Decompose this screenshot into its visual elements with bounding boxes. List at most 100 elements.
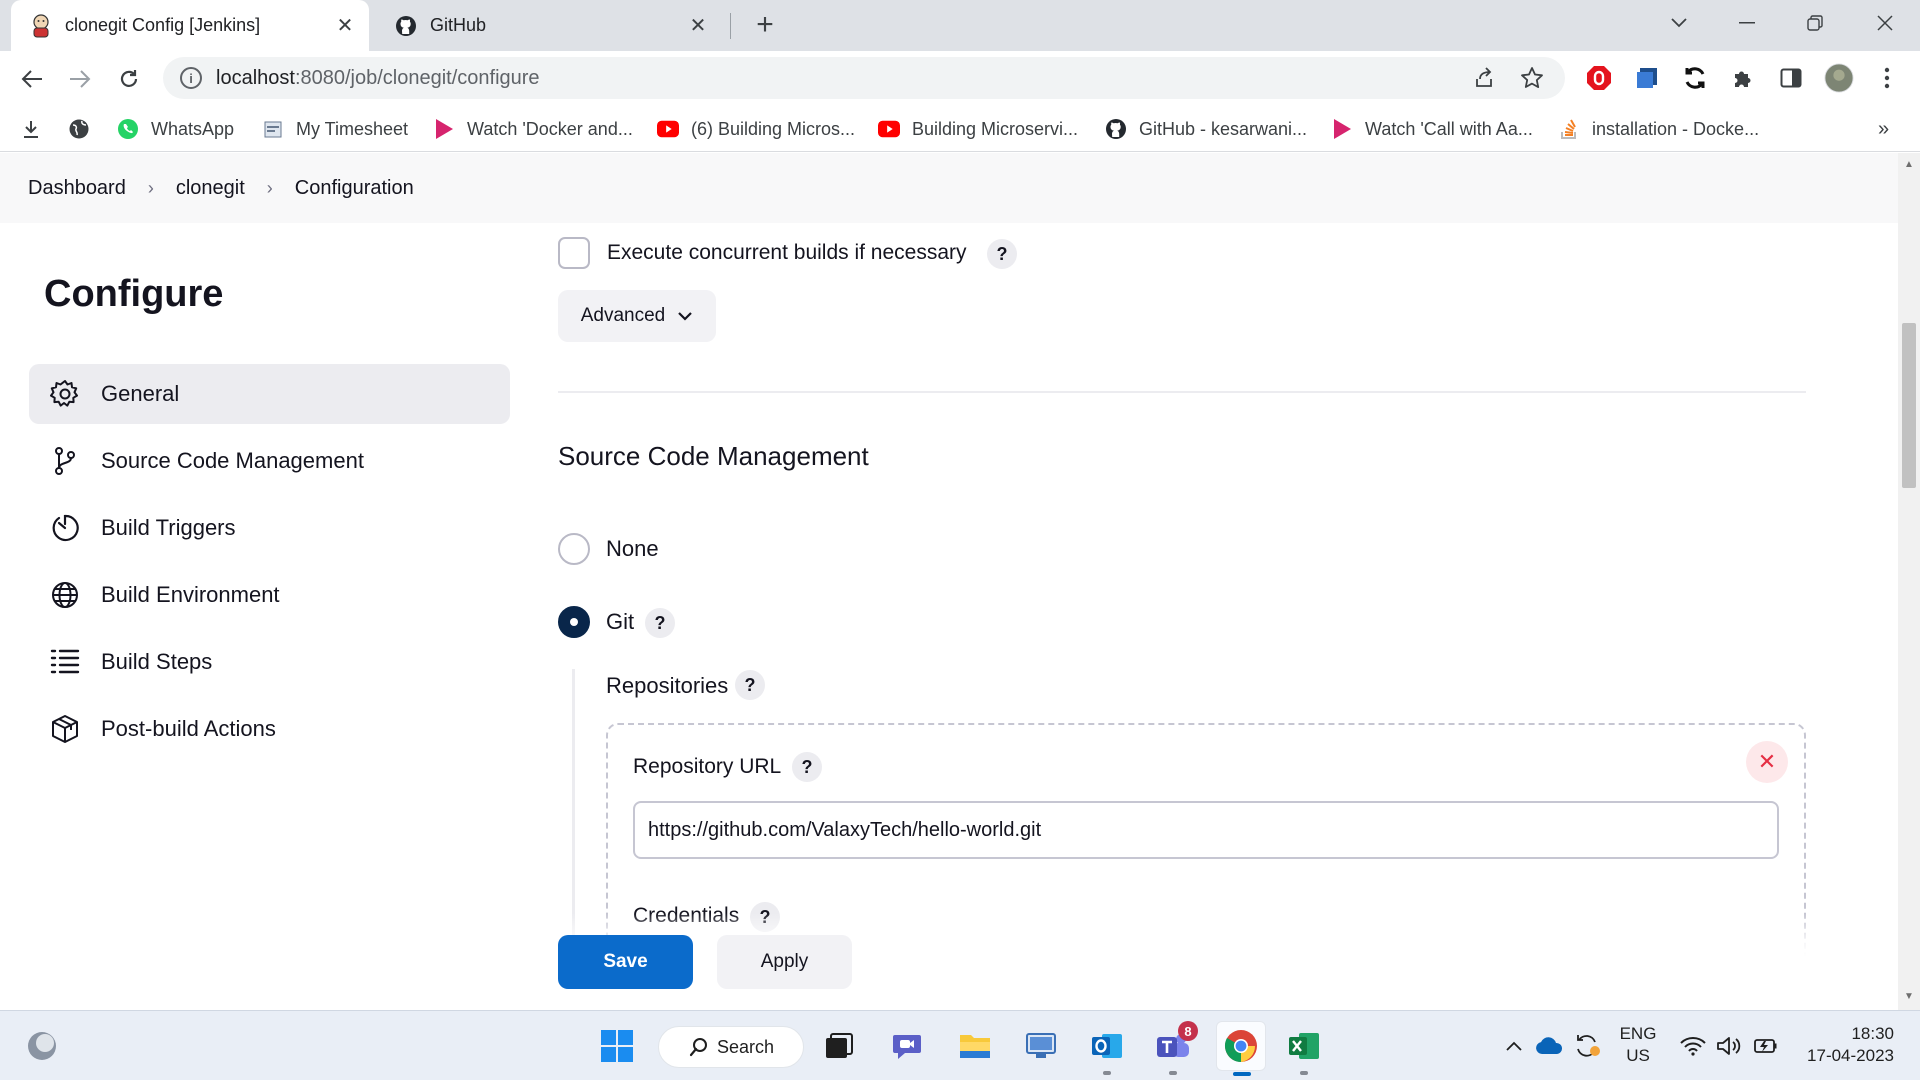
- taskbar-search[interactable]: Search: [658, 1026, 804, 1068]
- chrome-menu-icon[interactable]: [1872, 63, 1902, 93]
- close-tab-icon[interactable]: ✕: [684, 12, 712, 40]
- bookmark-building-micros-6[interactable]: (6) Building Micros...: [657, 114, 855, 144]
- globe-icon: [68, 118, 90, 140]
- search-icon: [689, 1037, 709, 1057]
- sidebar-item-post-build-actions[interactable]: Post-build Actions: [29, 699, 510, 759]
- url-host: localhost: [216, 66, 295, 89]
- scrollbar-thumb[interactable]: [1902, 323, 1916, 488]
- scm-none-label[interactable]: None: [606, 536, 659, 562]
- breadcrumb-separator[interactable]: ›: [148, 178, 154, 199]
- list-icon: [49, 646, 81, 678]
- apply-button[interactable]: Apply: [717, 935, 852, 989]
- help-icon[interactable]: ?: [645, 608, 675, 638]
- repository-url-input[interactable]: https://github.com/ValaxyTech/hello-worl…: [633, 801, 1779, 859]
- weather-widget-icon[interactable]: [21, 1025, 63, 1067]
- bookmark-watch-call[interactable]: Watch 'Call with Aa...: [1331, 114, 1533, 144]
- teams-icon[interactable]: 8: [1152, 1021, 1198, 1075]
- bookmark-github-kesarwani[interactable]: GitHub - kesarwani...: [1105, 114, 1307, 144]
- repository-url-label: Repository URL: [633, 755, 782, 778]
- concurrent-builds-label[interactable]: Execute concurrent builds if necessary: [607, 241, 967, 265]
- globe-bookmark[interactable]: [68, 114, 102, 144]
- tab-search-chevron-icon[interactable]: [1656, 6, 1702, 40]
- bookmark-installation-docker[interactable]: installation - Docke...: [1558, 114, 1759, 144]
- search-label: Search: [717, 1036, 775, 1057]
- volume-icon[interactable]: [1712, 1025, 1746, 1067]
- wifi-icon[interactable]: [1676, 1025, 1710, 1067]
- bookmark-building-microservi[interactable]: Building Microservi...: [878, 114, 1078, 144]
- tray-chevron-up-icon[interactable]: [1502, 1025, 1526, 1067]
- concurrent-builds-checkbox[interactable]: [558, 237, 590, 269]
- close-window-icon[interactable]: [1862, 6, 1908, 40]
- page-scrollbar[interactable]: ▲ ▼: [1898, 153, 1920, 1010]
- onedrive-icon[interactable]: [1532, 1025, 1566, 1067]
- bookmark-whatsapp[interactable]: WhatsApp: [117, 114, 234, 144]
- chrome-icon[interactable]: [1216, 1021, 1266, 1076]
- scroll-down-arrow-icon[interactable]: ▼: [1903, 991, 1915, 1002]
- excel-icon[interactable]: [1283, 1025, 1325, 1075]
- scm-git-label[interactable]: Git: [606, 609, 634, 635]
- start-windows-icon[interactable]: [596, 1025, 638, 1067]
- back-arrow-icon[interactable]: [16, 63, 48, 95]
- more-bookmarks-chevron[interactable]: »: [1878, 114, 1889, 144]
- sidebar-item-build-environment[interactable]: Build Environment: [29, 565, 510, 625]
- bookmarks-bar: WhatsApp My Timesheet Watch 'Docker and.…: [0, 106, 1920, 152]
- breadcrumb-clonegit[interactable]: clonegit: [176, 177, 245, 200]
- downloads-icon[interactable]: [20, 114, 54, 144]
- bookmark-star-icon[interactable]: [1517, 63, 1547, 93]
- clock[interactable]: 18:30 17-04-2023: [1784, 1023, 1894, 1067]
- url-path: :8080/job/clonegit/configure: [294, 66, 540, 89]
- battery-icon[interactable]: [1748, 1025, 1782, 1067]
- sidebar-item-build-steps[interactable]: Build Steps: [29, 632, 510, 692]
- language-indicator[interactable]: ENG US: [1614, 1023, 1662, 1067]
- breadcrumb-dashboard[interactable]: Dashboard: [28, 177, 126, 200]
- new-tab-button[interactable]: +: [748, 8, 782, 42]
- file-explorer-icon[interactable]: [954, 1025, 996, 1067]
- forward-arrow-icon[interactable]: [64, 63, 96, 95]
- tab-github[interactable]: GitHub ✕: [376, 0, 722, 51]
- extension-blue-icon[interactable]: [1632, 63, 1662, 93]
- scm-git-radio[interactable]: [558, 606, 590, 638]
- bookmark-label: Building Microservi...: [912, 118, 1079, 139]
- address-bar[interactable]: i localhost:8080/job/clonegit/configure: [163, 57, 1565, 99]
- restore-icon[interactable]: [1792, 6, 1838, 40]
- bookmark-label: GitHub - kesarwani...: [1139, 118, 1308, 139]
- sidebar-item-general[interactable]: General: [29, 364, 510, 424]
- help-icon[interactable]: ?: [735, 670, 765, 700]
- scroll-up-arrow-icon[interactable]: ▲: [1903, 159, 1915, 170]
- minimize-icon[interactable]: [1724, 6, 1770, 40]
- breadcrumb-configuration[interactable]: Configuration: [295, 177, 414, 200]
- bookmark-my-timesheet[interactable]: My Timesheet: [262, 114, 408, 144]
- side-panel-icon[interactable]: [1776, 63, 1806, 93]
- teams-chat-icon[interactable]: [886, 1025, 928, 1067]
- breadcrumb-separator[interactable]: ›: [267, 178, 273, 199]
- share-icon[interactable]: [1469, 63, 1499, 93]
- sidebar-item-source-code-management[interactable]: Source Code Management: [29, 431, 510, 491]
- sidebar-item-label: Build Steps: [101, 649, 213, 674]
- adblock-extension-icon[interactable]: [1584, 63, 1614, 93]
- puzzle-extensions-icon[interactable]: [1728, 63, 1758, 93]
- remote-desktop-icon[interactable]: [1020, 1025, 1062, 1067]
- timer-icon: [49, 512, 81, 544]
- url-text[interactable]: localhost:8080/job/clonegit/configure: [216, 67, 1469, 90]
- outlook-icon[interactable]: [1086, 1025, 1128, 1075]
- bookmark-watch-docker[interactable]: Watch 'Docker and...: [433, 114, 633, 144]
- sidebar-item-build-triggers[interactable]: Build Triggers: [29, 498, 510, 558]
- profile-avatar[interactable]: [1824, 63, 1854, 93]
- help-icon[interactable]: ?: [987, 239, 1017, 269]
- advanced-button[interactable]: Advanced: [558, 290, 716, 342]
- bookmark-label: Watch 'Call with Aa...: [1365, 118, 1533, 139]
- reload-icon[interactable]: [113, 63, 145, 95]
- globe-icon: [49, 579, 81, 611]
- site-info-icon[interactable]: i: [180, 67, 202, 89]
- sync-status-icon[interactable]: [1570, 1025, 1604, 1067]
- close-tab-icon[interactable]: ✕: [331, 12, 359, 40]
- save-button[interactable]: Save: [558, 935, 693, 989]
- stackoverflow-icon: [1558, 118, 1580, 140]
- sync-extension-icon[interactable]: [1680, 63, 1710, 93]
- scm-none-radio[interactable]: [558, 533, 590, 565]
- help-icon[interactable]: ?: [792, 752, 822, 782]
- task-view-icon[interactable]: [818, 1025, 860, 1067]
- advanced-label: Advanced: [580, 305, 666, 326]
- tab-jenkins-config[interactable]: clonegit Config [Jenkins] ✕: [11, 0, 369, 51]
- remove-repository-icon[interactable]: ✕: [1746, 741, 1788, 783]
